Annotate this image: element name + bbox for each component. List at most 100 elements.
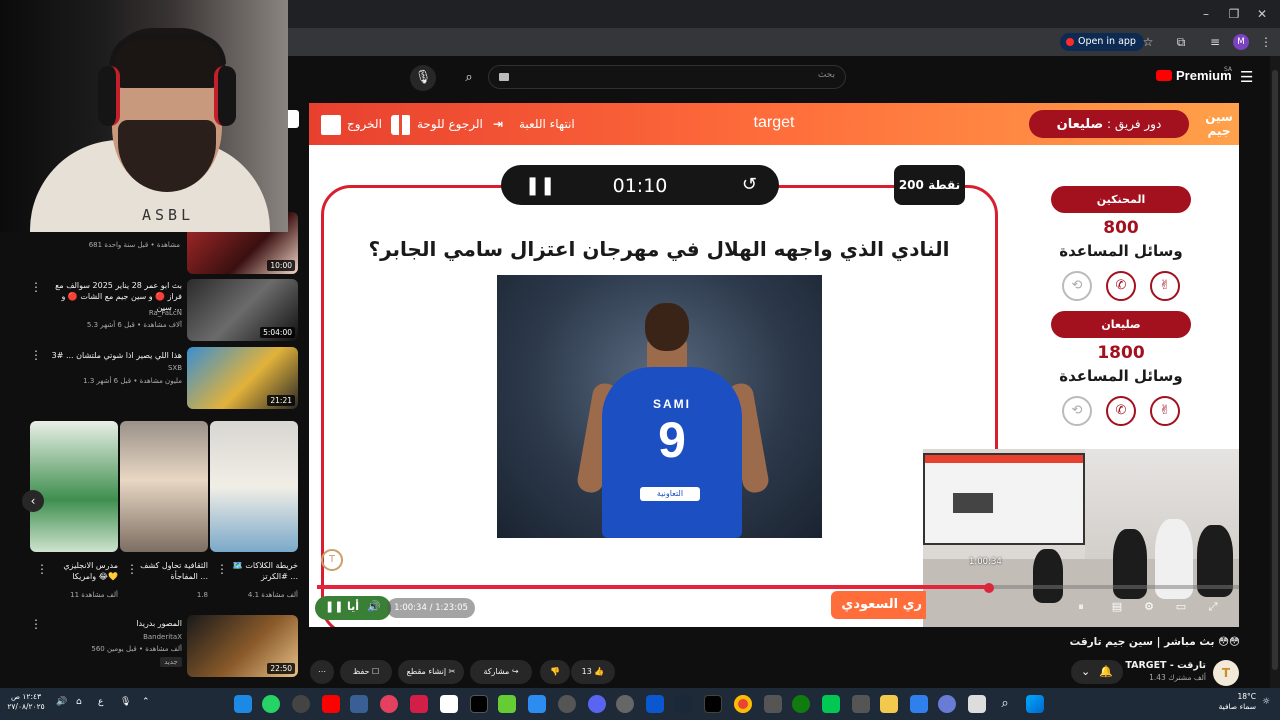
lifeline-phone-icon[interactable]: ✆ bbox=[1106, 396, 1136, 426]
lifeline-phone-icon[interactable]: ✆ bbox=[1106, 271, 1136, 301]
short-title[interactable]: خريطة الكلاكات 🗺️ #الكرتز ... bbox=[228, 560, 298, 582]
lifeline-hand-icon[interactable]: ✌ bbox=[1150, 271, 1180, 301]
app-icon-taskbar[interactable] bbox=[380, 695, 398, 713]
video-thumbnail[interactable]: 5:04:00 bbox=[187, 279, 298, 341]
app-icon-taskbar[interactable] bbox=[616, 695, 634, 713]
subscribe-bell-button[interactable]: ⌄ 🔔 bbox=[1071, 660, 1123, 684]
short-thumbnail[interactable] bbox=[210, 421, 298, 552]
voice-search-icon[interactable]: 🎙 bbox=[410, 65, 436, 91]
more-options-icon[interactable]: ⋮ bbox=[30, 348, 42, 362]
browser-menu-icon[interactable]: ⋮ bbox=[1257, 33, 1275, 51]
video-thumbnail[interactable]: 22:50 bbox=[187, 615, 298, 677]
seek-handle[interactable] bbox=[984, 583, 994, 593]
end-game-button[interactable]: ⇥ انتهاء اللعبة bbox=[493, 113, 575, 135]
profile-avatar[interactable]: M bbox=[1233, 34, 1249, 50]
exit-button[interactable]: الخروج bbox=[321, 113, 382, 135]
search-icon[interactable]: ⌕ bbox=[456, 65, 482, 91]
back-to-board-button[interactable]: الرجوع للوحة bbox=[391, 113, 483, 135]
task-view-icon[interactable] bbox=[968, 695, 986, 713]
weather-widget[interactable]: 18°C سماء صافية bbox=[1204, 692, 1256, 712]
lifeline-swap-icon[interactable]: ⟲ bbox=[1062, 396, 1092, 426]
fullscreen-icon[interactable]: ⤢ bbox=[1203, 598, 1223, 616]
chevron-left-icon[interactable]: ‹ bbox=[22, 490, 44, 512]
speaker-icon[interactable]: 🔊 bbox=[56, 697, 67, 707]
settings-app-icon[interactable] bbox=[558, 695, 576, 713]
lifeline-swap-icon[interactable]: ⟲ bbox=[1062, 271, 1092, 301]
hamburger-menu-icon[interactable]: ☰ bbox=[1240, 68, 1253, 86]
subtitles-icon[interactable]: ▤ bbox=[1107, 598, 1127, 616]
start-menu-icon[interactable] bbox=[1026, 695, 1044, 713]
close-icon[interactable]: ✕ bbox=[1252, 4, 1272, 24]
app-icon-taskbar[interactable] bbox=[646, 695, 664, 713]
video-thumbnail[interactable]: 21:21 bbox=[187, 347, 298, 409]
mic-icon[interactable]: 🎙 bbox=[120, 697, 131, 707]
photos-icon[interactable] bbox=[528, 695, 546, 713]
xbox-icon[interactable] bbox=[792, 695, 810, 713]
scrollbar-thumb[interactable] bbox=[1272, 70, 1278, 670]
discord-icon[interactable] bbox=[588, 695, 606, 713]
app-icon-taskbar[interactable] bbox=[822, 695, 840, 713]
miniplayer-pause-icon[interactable]: ⏸ bbox=[1071, 598, 1091, 616]
file-explorer-icon[interactable] bbox=[880, 695, 898, 713]
clip-button[interactable]: إنشاء مقطع ✂ bbox=[398, 660, 464, 684]
lifeline-hand-icon[interactable]: ✌ bbox=[1150, 396, 1180, 426]
short-title[interactable]: الثقافية تحاول كشف المفاجأة ... bbox=[138, 560, 208, 582]
app-icon-taskbar[interactable] bbox=[440, 695, 458, 713]
share-button[interactable]: مشاركة ↪ bbox=[470, 660, 532, 684]
open-in-app-button[interactable]: Open in app bbox=[1060, 33, 1144, 51]
list-item-title[interactable]: هذا اللي يصير اذا شوتي ملتشان ... #3 bbox=[44, 350, 182, 361]
channel-avatar[interactable]: T bbox=[1213, 660, 1239, 686]
language-indicator[interactable]: ع bbox=[98, 697, 103, 707]
app-icon-taskbar[interactable] bbox=[350, 695, 368, 713]
chrome-icon[interactable] bbox=[734, 695, 752, 713]
channel-name[interactable]: TARGET - تارقت bbox=[1120, 660, 1206, 671]
maximize-icon[interactable]: ❐ bbox=[1224, 4, 1244, 24]
pause-icon[interactable]: ❚❚ bbox=[325, 600, 343, 613]
dislike-button[interactable]: 👎 bbox=[540, 660, 570, 684]
like-button[interactable]: 13 👍 bbox=[571, 660, 615, 684]
save-button[interactable]: حفظ ☐ bbox=[340, 660, 392, 684]
settings-gear-icon[interactable]: ⚙ bbox=[1139, 598, 1159, 616]
app-icon-taskbar[interactable] bbox=[410, 695, 428, 713]
more-options-icon[interactable]: ⋮ bbox=[216, 562, 228, 576]
bookmark-star-icon[interactable]: ☆ bbox=[1139, 33, 1157, 51]
short-title[interactable]: مدرس الانجليزي وامريكا 😂💛 bbox=[48, 560, 118, 582]
theater-mode-icon[interactable]: ▭ bbox=[1171, 598, 1191, 616]
app-icon-taskbar[interactable] bbox=[852, 695, 870, 713]
search-input[interactable]: بحث bbox=[488, 65, 846, 89]
app-icon-taskbar[interactable] bbox=[764, 695, 782, 713]
search-icon[interactable]: ⌕ bbox=[996, 695, 1014, 713]
tiktok-icon[interactable] bbox=[704, 695, 722, 713]
more-options-icon[interactable]: ⋮ bbox=[30, 617, 42, 631]
app-icon-taskbar[interactable] bbox=[234, 695, 252, 713]
short-thumbnail[interactable] bbox=[120, 421, 208, 552]
list-item-channel[interactable]: SXB bbox=[60, 363, 182, 373]
steam-icon[interactable] bbox=[674, 695, 692, 713]
extensions-icon[interactable]: ⧉ bbox=[1172, 33, 1190, 51]
network-icon[interactable]: ⌂ bbox=[76, 697, 82, 707]
keyboard-icon[interactable] bbox=[499, 73, 509, 81]
youtube-app-icon[interactable] bbox=[322, 695, 340, 713]
more-options-icon[interactable]: ⋮ bbox=[36, 562, 48, 576]
list-item-title[interactable]: المصور بدريدا bbox=[44, 618, 182, 629]
video-player[interactable]: الخروج الرجوع للوحة ⇥ انتهاء اللعبة targe… bbox=[309, 103, 1239, 627]
list-item-channel[interactable]: BanderitaX bbox=[60, 632, 182, 642]
obs-icon[interactable] bbox=[292, 695, 310, 713]
minimize-icon[interactable]: – bbox=[1196, 4, 1216, 24]
reading-list-icon[interactable]: ≡ bbox=[1206, 33, 1224, 51]
taskbar-clock[interactable]: ١٢:٤٣ ص ٢٧/٠٨/٢٠٢٥ bbox=[4, 692, 48, 712]
app-icon-taskbar[interactable] bbox=[910, 695, 928, 713]
short-thumbnail[interactable] bbox=[30, 421, 118, 552]
more-options-icon[interactable]: ⋮ bbox=[30, 280, 42, 294]
app-icon-taskbar[interactable] bbox=[498, 695, 516, 713]
volume-icon[interactable]: 🔊 bbox=[367, 600, 381, 613]
reset-icon[interactable]: ↺ bbox=[742, 174, 757, 195]
more-actions-icon[interactable]: ⋯ bbox=[310, 660, 334, 684]
whatsapp-icon[interactable] bbox=[262, 695, 280, 713]
youtube-premium-logo[interactable]: Premium bbox=[1156, 68, 1232, 83]
list-item-channel[interactable]: Ra_FaLcN bbox=[60, 308, 182, 318]
tray-chevron-icon[interactable]: ⌃ bbox=[142, 697, 150, 707]
more-options-icon[interactable]: ⋮ bbox=[126, 562, 138, 576]
app-icon-taskbar[interactable] bbox=[938, 695, 956, 713]
capcut-icon[interactable] bbox=[470, 695, 488, 713]
